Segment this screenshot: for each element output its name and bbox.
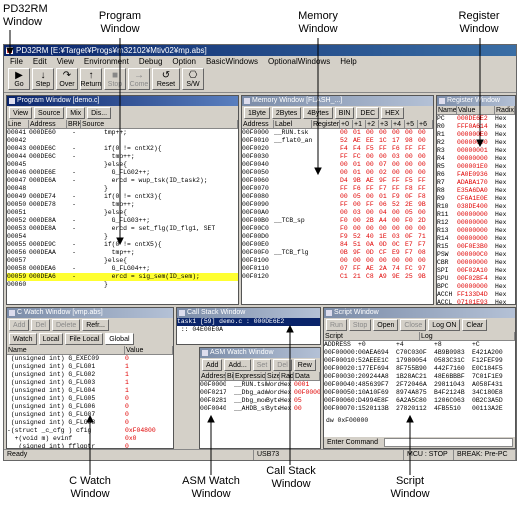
pointer-head (476, 139, 484, 148)
pointer-head (207, 414, 215, 423)
pointer-head (116, 237, 124, 246)
pointer-head (86, 414, 94, 423)
pointer-head (314, 167, 322, 176)
pointer-head (286, 324, 294, 333)
pointer-head (6, 47, 14, 56)
pointer-head (406, 414, 414, 423)
callout-pointers (6, 30, 484, 475)
